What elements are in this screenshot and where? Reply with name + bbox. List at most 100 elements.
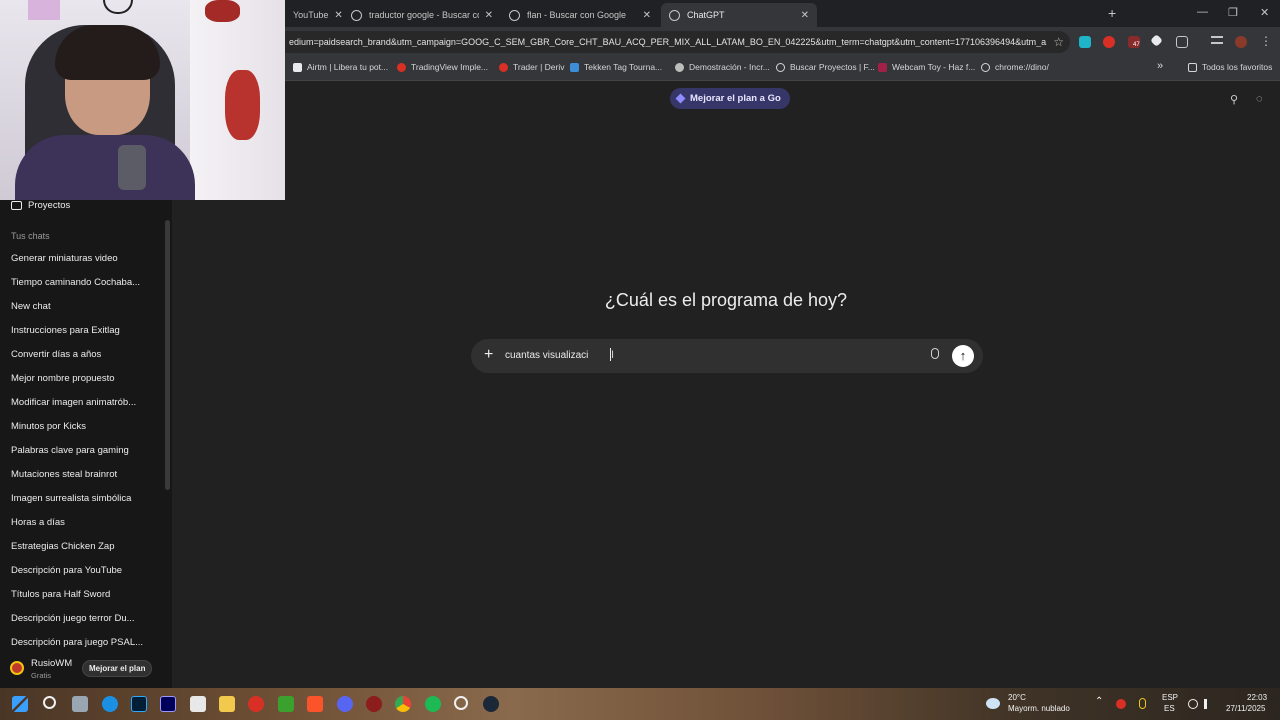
chat-item[interactable]: Imagen surrealista simbólica	[11, 493, 161, 504]
chat-item[interactable]: Tiempo caminando Cochaba...	[11, 277, 161, 288]
bookmark-item[interactable]: Buscar Proyectos | F...	[776, 62, 875, 72]
page-title: ¿Cuál es el programa de hoy?	[604, 290, 848, 310]
chat-item[interactable]: Instrucciones para Exitlag	[11, 325, 161, 336]
file-explorer-icon[interactable]	[219, 696, 235, 712]
webcam-overlay	[0, 0, 285, 200]
discord-icon[interactable]	[337, 696, 353, 712]
address-bar[interactable]: edium=paidsearch_brand&utm_campaign=GOOG…	[285, 31, 1070, 53]
chat-item[interactable]: Palabras clave para gaming	[11, 445, 161, 456]
tab-traductor[interactable]: traductor google - Buscar con G ✕	[343, 3, 501, 27]
premiere-icon[interactable]	[160, 696, 176, 712]
network-icon[interactable]	[1188, 699, 1198, 709]
bookmark-label: Buscar Proyectos | F...	[790, 62, 875, 72]
close-icon[interactable]: ✕	[328, 10, 342, 21]
chat-item[interactable]: Descripción juego terror Du...	[11, 613, 161, 624]
chat-item[interactable]: Mutaciones steal brainrot	[11, 469, 161, 480]
bookmark-item[interactable]: Trader | Deriv	[499, 62, 565, 72]
microphone-icon[interactable]	[931, 348, 939, 359]
webcam-microphone	[118, 145, 146, 190]
chat-item[interactable]: Estrategias Chicken Zap	[11, 541, 161, 552]
volume-icon[interactable]	[1204, 699, 1214, 709]
windows-start-icon[interactable]	[12, 696, 28, 712]
menu-kebab-icon[interactable]: ⋮	[1260, 34, 1272, 48]
close-icon[interactable]: ✕	[479, 10, 493, 21]
profile-avatar[interactable]	[1235, 36, 1247, 48]
extension-icon[interactable]	[1150, 34, 1163, 47]
tray-app-icon[interactable]	[1116, 699, 1126, 709]
chat-item[interactable]: Generar miniaturas video	[11, 253, 161, 264]
chat-item[interactable]: Minutos por Kicks	[11, 421, 161, 432]
prompt-input[interactable]: cuantas visualizaci	[505, 350, 588, 361]
sidebar-scrollbar[interactable]	[165, 220, 170, 490]
weather-temp[interactable]: 20°C	[1008, 693, 1026, 703]
upgrade-plan-button[interactable]: Mejorar el plan	[82, 660, 153, 677]
chrome-icon[interactable]	[395, 696, 411, 712]
plus-icon[interactable]: +	[484, 346, 493, 364]
close-icon[interactable]: ✕	[795, 10, 809, 21]
bookmarks-overflow-button[interactable]: »	[1157, 60, 1163, 72]
spotify-icon[interactable]	[425, 696, 441, 712]
all-favorites-button[interactable]: Todos los favoritos	[1188, 62, 1272, 72]
close-window-button[interactable]: ✕	[1260, 6, 1269, 19]
app-icon[interactable]	[366, 696, 382, 712]
sidebar-item-projects[interactable]: Proyectos	[11, 200, 70, 211]
tab-label: flan - Buscar con Google	[527, 10, 627, 20]
photoshop-icon[interactable]	[131, 696, 147, 712]
minimize-button[interactable]: —	[1197, 6, 1208, 18]
clock-time[interactable]: 22:03	[1247, 693, 1267, 703]
chat-item[interactable]: Títulos para Half Sword	[11, 589, 161, 600]
obs-icon[interactable]	[454, 696, 468, 710]
main-content: Mejorar el plan a Go ⚲ ◌ ¿Cuál es el pro…	[172, 81, 1280, 688]
edge-icon[interactable]	[102, 696, 118, 712]
avatar[interactable]	[10, 661, 24, 675]
bookmark-item[interactable]: Tekken Tag Tourna...	[570, 62, 662, 72]
search-icon[interactable]	[43, 696, 56, 709]
tray-chevron-icon[interactable]: ⌃	[1095, 697, 1103, 707]
bookmark-item[interactable]: TradingView Imple...	[397, 62, 488, 72]
tab-flan[interactable]: flan - Buscar con Google ✕	[501, 3, 659, 27]
chat-item[interactable]: New chat	[11, 301, 161, 312]
weather-desc[interactable]: Mayorm. nublado	[1008, 704, 1070, 714]
extension-icon[interactable]	[1103, 36, 1115, 48]
send-button[interactable]: ↑	[952, 345, 974, 367]
user-menu[interactable]: RusioWM Gratis Mejorar el plan	[0, 652, 172, 688]
bookmark-item[interactable]: chrome://dino/	[981, 62, 1049, 72]
upgrade-go-button[interactable]: Mejorar el plan a Go	[670, 88, 790, 109]
chat-item[interactable]: Convertir días a años	[11, 349, 161, 360]
tab-chatgpt[interactable]: ChatGPT ✕	[661, 3, 817, 27]
bookmark-label: Tekken Tag Tourna...	[584, 62, 663, 72]
chat-item[interactable]: Descripción para YouTube	[11, 565, 161, 576]
task-view-icon[interactable]	[72, 696, 88, 712]
clock-date[interactable]: 27/11/2025	[1226, 704, 1265, 714]
minecraft-icon[interactable]	[278, 696, 294, 712]
chatgpt-icon	[669, 9, 680, 21]
chat-item[interactable]: Mejor nombre propuesto	[11, 373, 161, 384]
steam-icon[interactable]	[483, 696, 499, 712]
brave-icon[interactable]	[307, 696, 323, 712]
extension-icon[interactable]	[1079, 36, 1091, 48]
deriv-icon[interactable]	[248, 696, 264, 712]
language-bottom[interactable]: ES	[1164, 704, 1175, 714]
store-icon[interactable]	[190, 696, 206, 712]
language-top[interactable]: ESP	[1162, 693, 1178, 703]
new-tab-button[interactable]: +	[1108, 5, 1116, 21]
media-controls-icon[interactable]	[1211, 36, 1223, 44]
bookmark-item[interactable]: Webcam Toy - Haz f...	[878, 62, 975, 72]
microphone-icon[interactable]	[1139, 698, 1146, 709]
chat-item[interactable]: Horas a días	[11, 517, 161, 528]
bookmark-star-icon[interactable]: ☆	[1053, 35, 1064, 49]
bookmark-item[interactable]: Airtm | Libera tu pot...	[293, 62, 388, 72]
maximize-button[interactable]: ❐	[1228, 6, 1238, 19]
weather-cloud-icon[interactable]	[986, 698, 1000, 709]
tab-youtube[interactable]: YouTube ✕	[285, 3, 343, 27]
close-icon[interactable]: ✕	[637, 10, 651, 21]
bookmark-label: Todos los favoritos	[1202, 62, 1273, 72]
bookmark-item[interactable]: Demostración - Incr...	[675, 62, 770, 72]
puzzle-icon[interactable]	[1176, 36, 1188, 48]
prompt-composer[interactable]: + cuantas visualizaci I ↑	[471, 339, 983, 373]
chat-item[interactable]: Modificar imagen animatrób...	[11, 397, 161, 408]
chat-item[interactable]: Descripción para juego PSAL...	[11, 637, 161, 648]
temporary-chat-icon[interactable]: ◌	[1256, 93, 1263, 105]
deriv-icon	[499, 62, 508, 72]
add-person-icon[interactable]: ⚲	[1230, 93, 1238, 106]
